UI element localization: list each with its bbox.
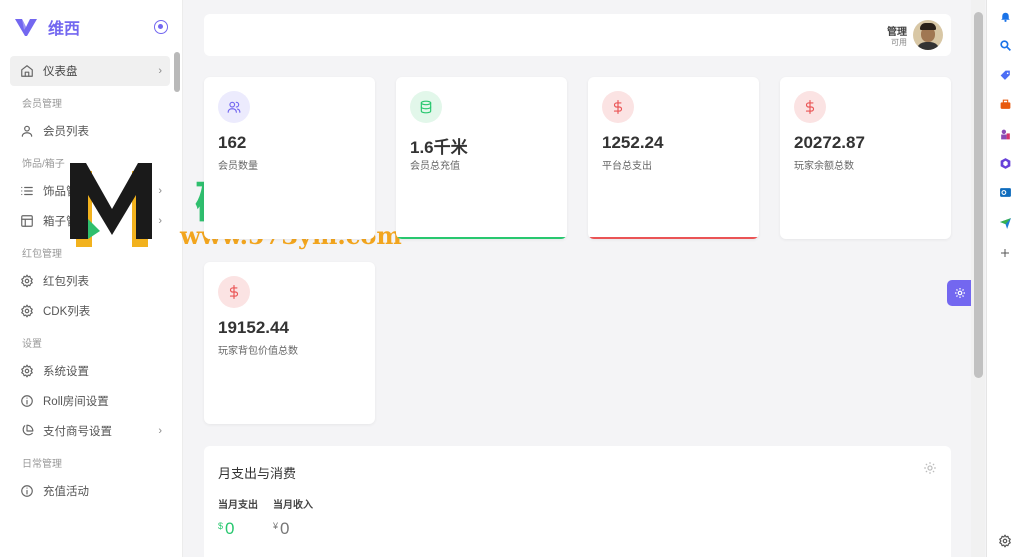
info-icon <box>20 394 34 408</box>
top-navbar: 管理 可用 <box>204 14 951 56</box>
stat-value: 1252.24 <box>602 133 664 152</box>
sidebar-item-label: CDK列表 <box>43 306 91 318</box>
sidebar-item-label: 箱子管 <box>43 216 78 228</box>
sidebar-item[interactable]: 仪表盘 › <box>10 56 170 86</box>
gear-icon <box>20 364 34 378</box>
stat-card: 1.6千米会员总充值 <box>396 77 567 239</box>
tag-icon[interactable] <box>998 68 1012 82</box>
expense-value: 0 <box>225 519 235 538</box>
chevron-right-icon: › <box>158 65 162 77</box>
users-icon <box>218 91 250 123</box>
stat-value: 1.6千米 <box>410 138 468 157</box>
gear-icon <box>20 304 34 318</box>
sidebar-item[interactable]: 箱子管 › <box>10 206 170 236</box>
home-icon <box>20 64 34 78</box>
info-icon <box>20 484 34 498</box>
stat-label: 玩家余额总数 <box>794 161 854 172</box>
panel-settings-icon[interactable] <box>923 461 937 478</box>
chevron-right-icon: › <box>158 425 162 437</box>
sidebar-item[interactable]: 系统设置 <box>10 356 170 386</box>
brand: 维西 <box>0 0 182 54</box>
sidebar-item-label: 红包列表 <box>43 276 89 288</box>
stat-value: 162 <box>218 133 247 152</box>
sidebar-item[interactable]: Roll房间设置 <box>10 386 170 416</box>
pie-chart-icon <box>20 424 34 438</box>
expense-label: 当月支出 <box>218 500 258 511</box>
sidebar-nav: 仪表盘 › 会员管理会员列表饰品/箱子饰品管 › 箱子管 › 红包管理红包列表 CDK列表设置… <box>0 56 182 506</box>
dollar-icon <box>218 276 250 308</box>
stat-accent-bar <box>396 237 567 239</box>
chess-icon[interactable] <box>998 127 1012 141</box>
toolbox-icon[interactable] <box>998 97 1012 111</box>
nav-section-header: 设置 <box>22 339 42 350</box>
brand-logo-icon <box>15 19 37 36</box>
sidebar-scrollbar[interactable] <box>174 52 180 92</box>
plus-icon[interactable] <box>998 246 1012 260</box>
browser-side-toolbar <box>986 0 1024 557</box>
stat-label: 会员数量 <box>218 161 258 172</box>
sidebar-item-label: 充值活动 <box>43 486 89 498</box>
sidebar-toggle-icon[interactable] <box>154 20 168 34</box>
stat-card: 162 会员数量 <box>204 77 375 239</box>
dollar-icon <box>602 91 634 123</box>
income-currency: ¥ <box>273 521 279 531</box>
gear-icon <box>20 274 34 288</box>
gear-icon <box>955 288 965 298</box>
monthly-summary-panel: 月支出与消费 当月支出 $ 0 当月收入 ¥ 0 <box>204 446 951 557</box>
outlook-icon[interactable] <box>998 185 1012 199</box>
office-icon[interactable] <box>998 156 1012 170</box>
brand-name: 维西 <box>48 21 81 38</box>
stat-label: 平台总支出 <box>602 161 652 172</box>
nav-section-header: 日常管理 <box>22 459 62 470</box>
sidebar-item[interactable]: 充值活动 <box>10 476 170 506</box>
user-status: 可用 <box>891 38 907 47</box>
nav-section-header: 红包管理 <box>22 249 62 260</box>
chevron-right-icon: › <box>158 215 162 227</box>
sidebar-item-label: 仪表盘 <box>43 66 78 78</box>
user-name[interactable]: 管理 <box>887 23 907 38</box>
nav-section-header: 饰品/箱子 <box>22 159 65 170</box>
panel-title: 月支出与消费 <box>218 466 297 481</box>
bell-icon[interactable] <box>998 9 1012 23</box>
nav-section-header: 会员管理 <box>22 99 62 110</box>
layout-icon <box>20 214 34 228</box>
stat-card: 1252.24 平台总支出 <box>588 77 759 239</box>
chevron-right-icon: › <box>158 185 162 197</box>
search-icon[interactable] <box>998 38 1012 52</box>
sidebar-item-label: 系统设置 <box>43 366 89 378</box>
stat-card: 19152.44 玩家背包价值总数 <box>204 262 375 424</box>
income-amount: ¥ 0 <box>273 519 313 539</box>
stat-value: 19152.44 <box>218 318 289 337</box>
monthly-income: 当月收入 ¥ 0 <box>273 496 313 539</box>
sidebar-item-label: 支付商号设置 <box>43 426 112 438</box>
database-icon <box>410 91 442 123</box>
stat-value: 20272.87 <box>794 133 865 152</box>
sidebar-item-label: Roll房间设置 <box>43 396 109 408</box>
sidebar-item[interactable]: 支付商号设置 › <box>10 416 170 446</box>
expense-amount: $ 0 <box>218 519 258 539</box>
monthly-expense: 当月支出 $ 0 <box>218 496 258 539</box>
sidebar-item[interactable]: 饰品管 › <box>10 176 170 206</box>
stat-label: 玩家背包价值总数 <box>218 346 298 357</box>
stat-card: 20272.87 玩家余额总数 <box>780 77 951 239</box>
expense-currency: $ <box>218 521 224 531</box>
list-icon <box>20 184 34 198</box>
avatar[interactable] <box>913 20 943 50</box>
dollar-icon <box>794 91 826 123</box>
send-icon[interactable] <box>998 215 1012 229</box>
stat-accent-bar <box>588 237 759 239</box>
stat-label: 会员总充值 <box>410 161 460 172</box>
sidebar-item[interactable]: CDK列表 <box>10 296 170 326</box>
income-label: 当月收入 <box>273 500 313 511</box>
main-scrollbar-thumb[interactable] <box>974 12 983 378</box>
sidebar-item-label: 饰品管 <box>43 186 78 198</box>
sidebar-item[interactable]: 红包列表 <box>10 266 170 296</box>
user-icon <box>20 124 34 138</box>
sidebar-item-label: 会员列表 <box>43 126 89 138</box>
settings-icon[interactable] <box>998 534 1012 548</box>
sidebar-item[interactable]: 会员列表 <box>10 116 170 146</box>
income-value: 0 <box>280 519 290 538</box>
customizer-toggle-button[interactable] <box>947 280 973 306</box>
sidebar: 维西 仪表盘 › 会员管理会员列表饰品/箱子饰品管 › 箱子管 › 红包管理红包列表 CDK列… <box>0 0 183 557</box>
